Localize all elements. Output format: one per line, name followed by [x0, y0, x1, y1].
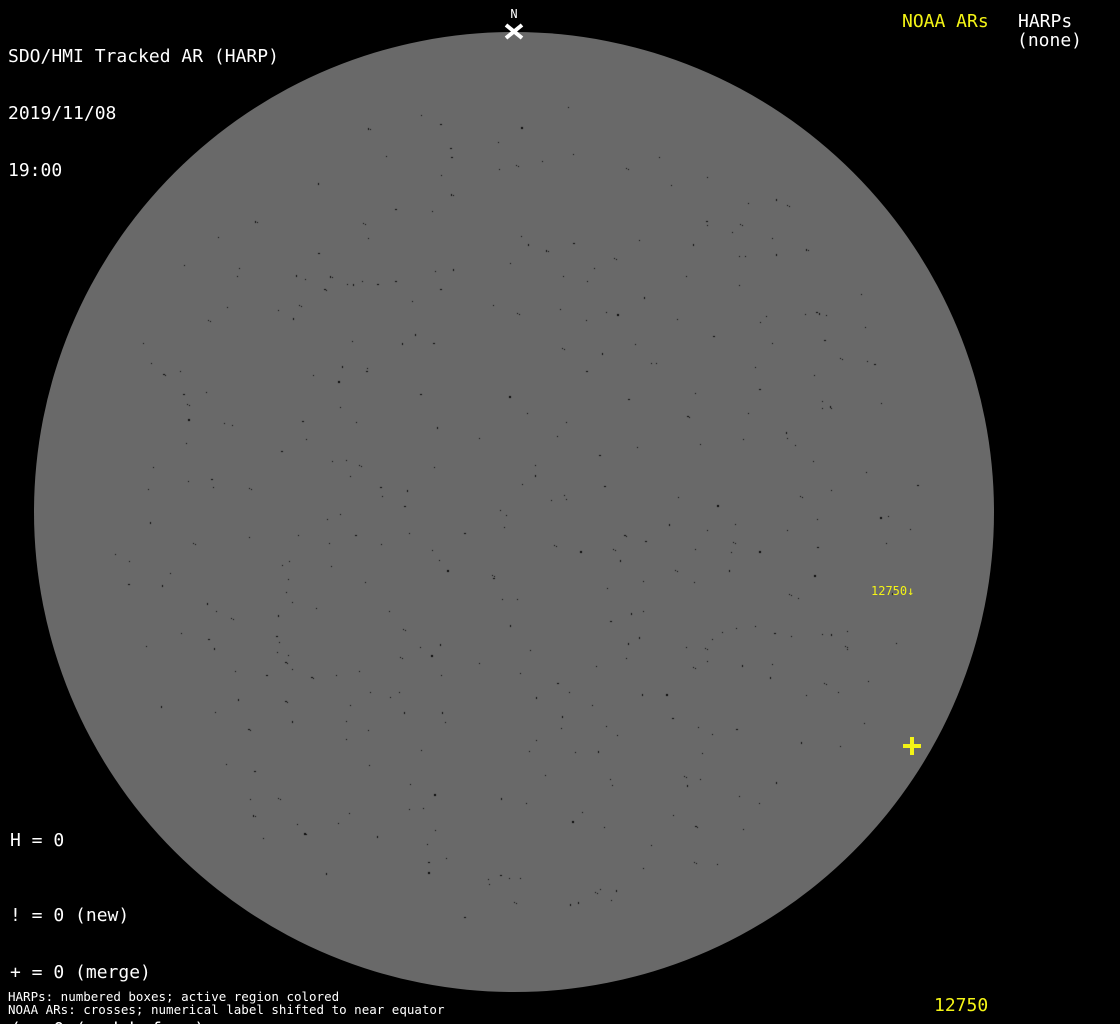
- legend-entry-merge: + = 0 (merge): [10, 963, 216, 982]
- footnote-noaa-ars: NOAA ARs: crosses; numerical label shift…: [8, 1003, 445, 1016]
- harps-label: HARPs: [1018, 11, 1072, 32]
- noaa-region-label: 12750↓: [871, 584, 914, 598]
- noaa-number-bottom: 12750: [934, 995, 988, 1016]
- harp-map-stage: SDO/HMI Tracked AR (HARP) 2019/11/08 19:…: [0, 0, 1120, 1024]
- north-label: N: [503, 7, 525, 21]
- legend-harp-count: H = 0: [10, 831, 64, 850]
- harps-value: (none): [1017, 30, 1082, 51]
- noaa-cross-marker: [903, 737, 921, 755]
- legend-entry-pad-before: ( = 0 (pad before): [10, 1020, 216, 1024]
- observation-time: 19:00: [8, 161, 279, 180]
- north-x-marker: [503, 23, 525, 41]
- page-title: SDO/HMI Tracked AR (HARP): [8, 47, 279, 66]
- title-block: SDO/HMI Tracked AR (HARP) 2019/11/08 19:…: [8, 9, 279, 218]
- legend-entry-new: ! = 0 (new): [10, 906, 216, 925]
- cross-vertical-bar: [910, 737, 914, 755]
- top-right-labels: NOAA ARs: [902, 11, 989, 32]
- observation-date: 2019/11/08: [8, 104, 279, 123]
- noaa-ars-label: NOAA ARs: [902, 11, 989, 32]
